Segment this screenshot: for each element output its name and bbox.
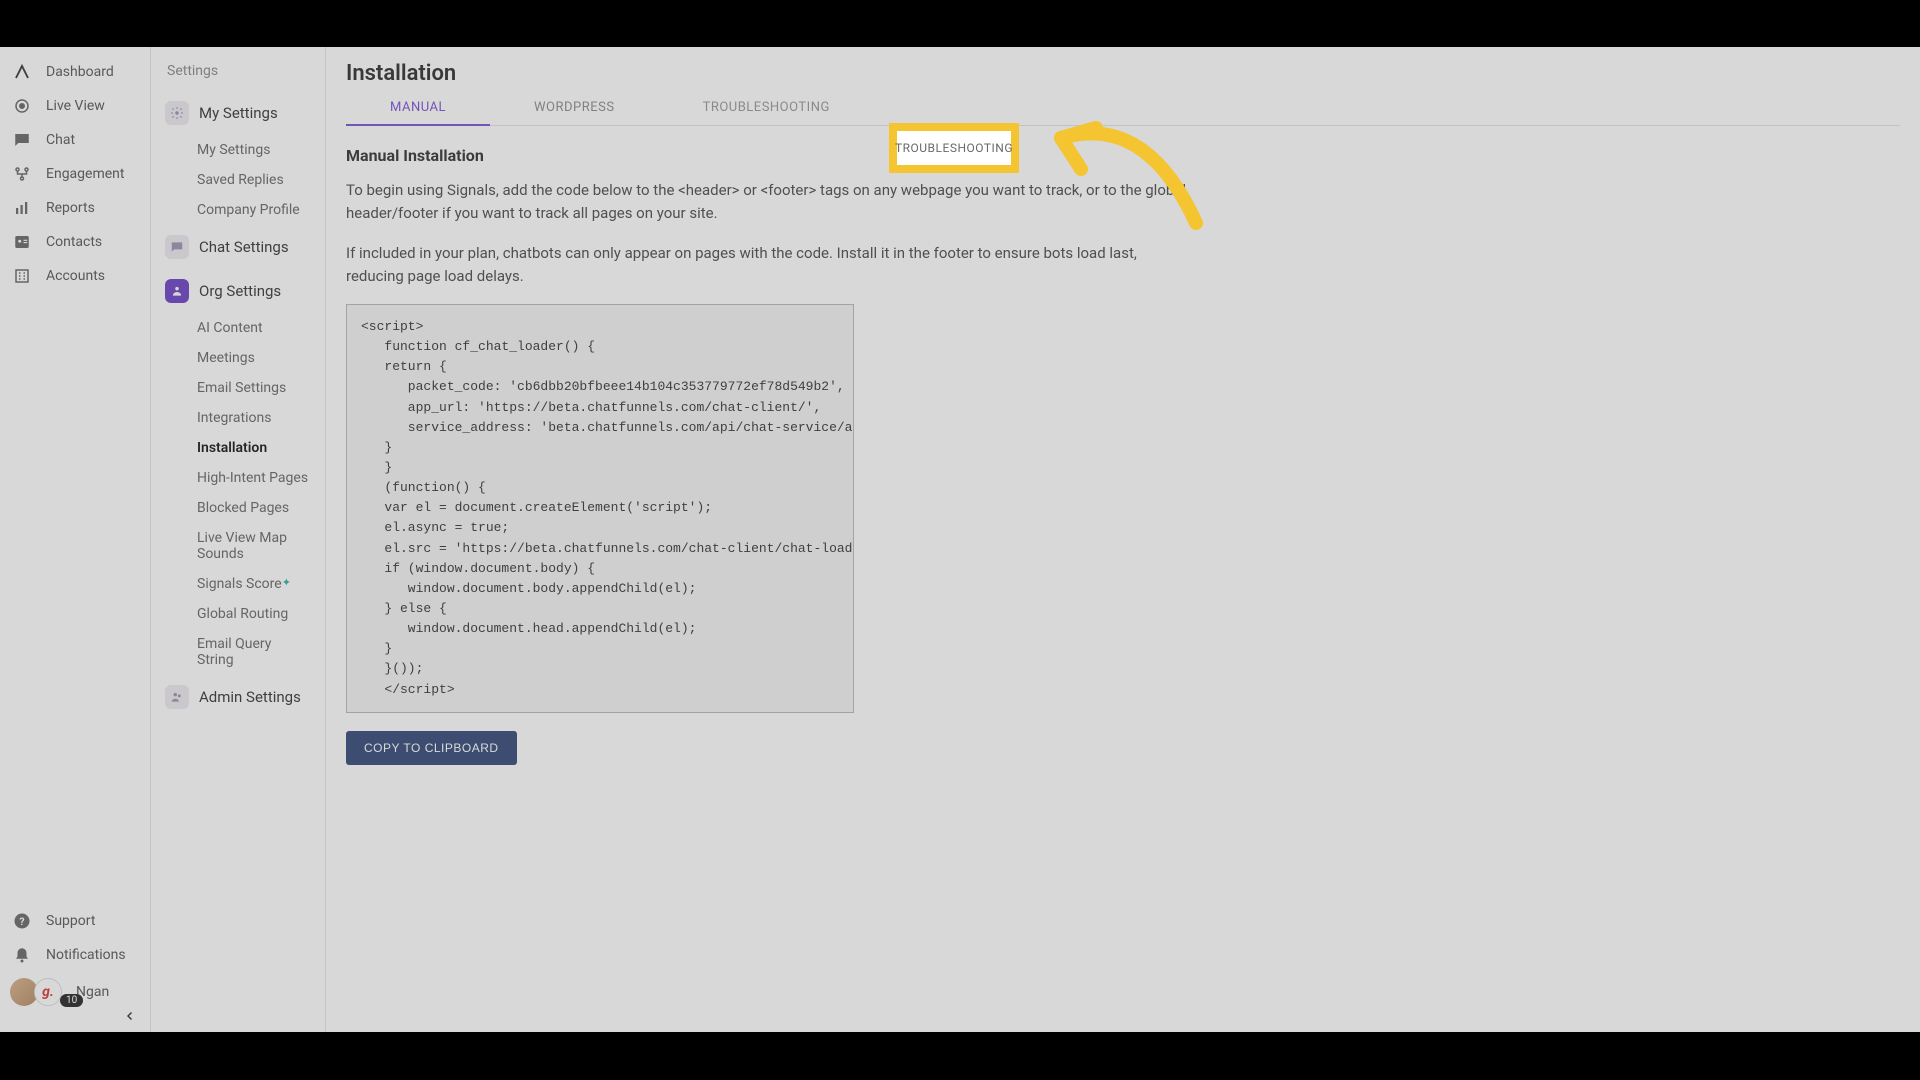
primary-nav: Dashboard Live View Chat Engagement Repo… (0, 47, 151, 1032)
bell-icon (12, 946, 32, 964)
subnav-my-settings[interactable]: My Settings (151, 135, 325, 165)
eye-icon (12, 97, 32, 115)
gear-icon (165, 101, 189, 125)
subnav-signals-score[interactable]: Signals Score✦ (151, 569, 325, 599)
intro-paragraph-1: To begin using Signals, add the code bel… (346, 179, 1196, 226)
nav-label: Contacts (46, 234, 102, 250)
logo-icon (12, 63, 32, 81)
subnav-saved-replies[interactable]: Saved Replies (151, 165, 325, 195)
nav-label: Accounts (46, 268, 105, 284)
subnav-blocked-pages[interactable]: Blocked Pages (151, 493, 325, 523)
settings-subnav: Settings My Settings My Settings Saved R… (151, 47, 326, 1032)
tab-wordpress[interactable]: WORDPRESS (490, 90, 659, 125)
subnav-meetings[interactable]: Meetings (151, 343, 325, 373)
nav-label: Reports (46, 200, 95, 216)
star-icon: ✦ (282, 576, 291, 589)
copy-button[interactable]: COPY TO CLIPBOARD (346, 731, 517, 765)
nav-label: Engagement (46, 166, 124, 182)
section-label: Chat Settings (199, 238, 289, 256)
chat-icon (12, 131, 32, 149)
page-title: Installation (346, 61, 1900, 86)
nav-reports[interactable]: Reports (0, 191, 150, 225)
subnav-email-query[interactable]: Email Query String (151, 629, 325, 675)
nav-live-view[interactable]: Live View (0, 89, 150, 123)
org-icon (165, 279, 189, 303)
nav-contacts[interactable]: Contacts (0, 225, 150, 259)
help-icon: ? (12, 912, 32, 930)
nav-chat[interactable]: Chat (0, 123, 150, 157)
nav-profile[interactable]: g. Ngan 10 (0, 972, 150, 1006)
nav-label: Live View (46, 98, 105, 114)
tab-manual[interactable]: MANUAL (346, 90, 490, 125)
section-label: My Settings (199, 104, 278, 122)
admin-icon (165, 685, 189, 709)
person-icon (12, 233, 32, 251)
main-content: Installation MANUAL WORDPRESS TROUBLESHO… (326, 47, 1920, 1032)
subnav-high-intent[interactable]: High-Intent Pages (151, 463, 325, 493)
tab-troubleshooting[interactable]: TROUBLESHOOTING (659, 90, 874, 125)
chevron-left-icon (124, 1010, 136, 1026)
svg-text:?: ? (19, 915, 24, 928)
branch-icon (12, 165, 32, 183)
nav-label: Support (46, 913, 95, 929)
code-snippet[interactable]: <script> function cf_chat_loader() { ret… (346, 304, 854, 713)
chat-settings-icon (165, 235, 189, 259)
building-icon (12, 267, 32, 285)
section-org-settings[interactable]: Org Settings (151, 269, 325, 313)
section-label: Admin Settings (199, 688, 301, 706)
section-admin-settings[interactable]: Admin Settings (151, 675, 325, 719)
intro-paragraph-2: If included in your plan, chatbots can o… (346, 242, 1196, 289)
section-my-settings[interactable]: My Settings (151, 91, 325, 135)
chart-icon (12, 199, 32, 217)
nav-label: Notifications (46, 947, 126, 963)
settings-heading: Settings (151, 59, 325, 91)
app-window: Dashboard Live View Chat Engagement Repo… (0, 47, 1920, 1032)
section-label: Org Settings (199, 282, 281, 300)
collapse-nav[interactable] (0, 1006, 150, 1032)
notification-badge: 10 (60, 994, 83, 1007)
nav-engagement[interactable]: Engagement (0, 157, 150, 191)
nav-logo[interactable]: Dashboard (0, 55, 150, 89)
subnav-global-routing[interactable]: Global Routing (151, 599, 325, 629)
section-heading: Manual Installation (346, 146, 1900, 165)
nav-accounts[interactable]: Accounts (0, 259, 150, 293)
subnav-ai-content[interactable]: AI Content (151, 313, 325, 343)
org-avatar: g. (34, 978, 62, 1006)
subnav-integrations[interactable]: Integrations (151, 403, 325, 433)
subnav-company-profile[interactable]: Company Profile (151, 195, 325, 225)
subnav-installation[interactable]: Installation (151, 433, 325, 463)
tab-bar: MANUAL WORDPRESS TROUBLESHOOTING (346, 90, 1900, 126)
nav-label: Dashboard (46, 64, 114, 80)
subnav-email-settings[interactable]: Email Settings (151, 373, 325, 403)
section-chat-settings[interactable]: Chat Settings (151, 225, 325, 269)
nav-notifications[interactable]: Notifications (0, 938, 150, 972)
nav-label: Chat (46, 132, 75, 148)
subnav-map-sounds[interactable]: Live View Map Sounds (151, 523, 325, 569)
nav-support[interactable]: ? Support (0, 904, 150, 938)
